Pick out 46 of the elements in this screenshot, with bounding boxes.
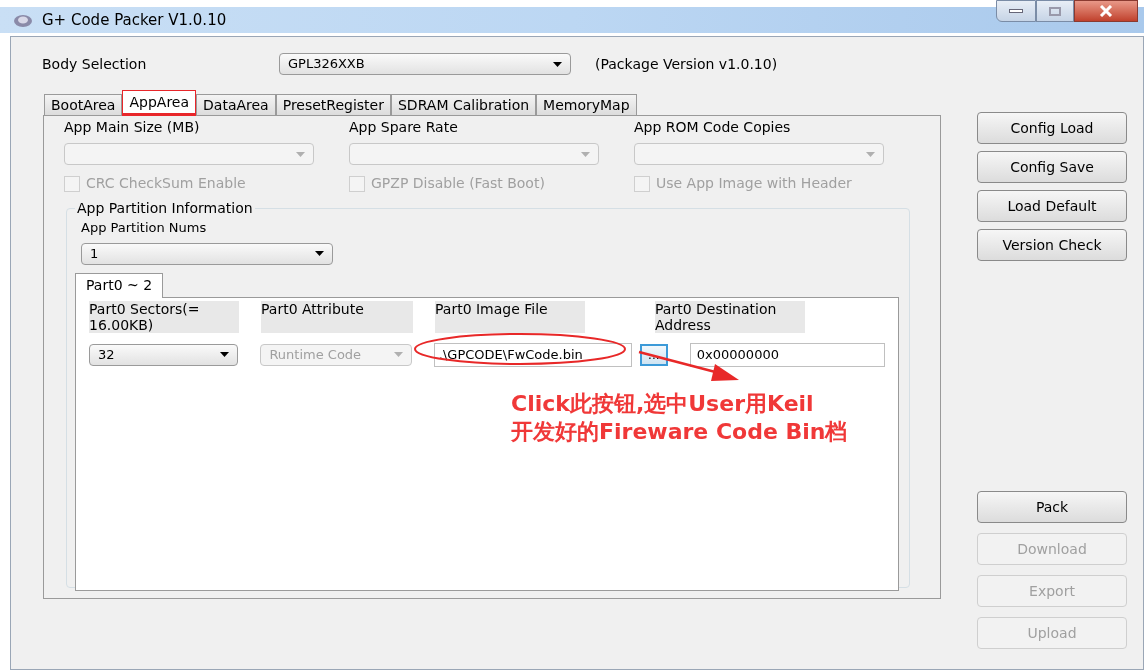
side-button[interactable]: Config Load bbox=[977, 112, 1127, 144]
checkbox-label: Use App Image with Header bbox=[656, 174, 852, 193]
field-label: App Spare Rate bbox=[349, 118, 459, 137]
tab[interactable]: Part0 ~ 2 bbox=[75, 272, 164, 298]
dropdown-caret-icon bbox=[553, 61, 562, 67]
close-icon bbox=[1099, 5, 1113, 17]
column-header: Part0 Image File bbox=[435, 300, 585, 333]
dropdown-caret-icon bbox=[393, 352, 403, 357]
dropdown-caret-icon bbox=[315, 251, 324, 256]
window-title: G+ Code Packer V1.0.10 bbox=[42, 9, 227, 31]
tab[interactable]: SDRAM Calibration bbox=[391, 94, 537, 115]
field-label: App ROM Code Copies bbox=[634, 118, 792, 137]
annotation-text: Click此按钮,选中User用Keil bbox=[511, 389, 814, 418]
side-button[interactable]: Load Default bbox=[977, 190, 1127, 222]
minimize-button[interactable] bbox=[996, 0, 1036, 22]
tab[interactable]: AppArea bbox=[122, 90, 197, 116]
annotation-text: 开发好的Fireware Code Bin档 bbox=[511, 417, 848, 446]
dropdown-caret-icon bbox=[581, 151, 590, 157]
close-button[interactable] bbox=[1074, 0, 1138, 22]
maximize-button[interactable] bbox=[1036, 0, 1074, 22]
field-label: App Main Size (MB) bbox=[64, 118, 201, 137]
column-header: Part0 Destination Address bbox=[655, 300, 805, 333]
tab[interactable]: DataArea bbox=[196, 94, 276, 115]
side-button[interactable]: Config Save bbox=[977, 151, 1127, 183]
body-selection-label: Body Selection bbox=[42, 54, 148, 74]
dropdown-caret-icon bbox=[866, 151, 875, 157]
field-label: App Partition Nums bbox=[81, 219, 208, 237]
side-button[interactable]: Version Check bbox=[977, 229, 1127, 261]
side-button[interactable]: Pack bbox=[977, 491, 1127, 523]
dropdown-caret-icon bbox=[220, 352, 230, 357]
tab[interactable]: PresetRegister bbox=[275, 94, 391, 115]
group-title: App Partition Information bbox=[75, 199, 255, 217]
body-selection-dropdown[interactable]: GPL326XXB bbox=[279, 53, 571, 75]
sectors-dropdown[interactable]: 32 bbox=[89, 343, 239, 366]
checkbox-label: GPZP Disable (Fast Boot) bbox=[371, 174, 545, 193]
app-icon bbox=[12, 12, 34, 28]
package-version: (Package Version v1.0.10) bbox=[595, 54, 778, 74]
destination-address-field[interactable]: 0x00000000 bbox=[689, 342, 885, 367]
column-header: Part0 Sectors(= 16.00KB) bbox=[89, 300, 239, 333]
tab[interactable]: MemoryMap bbox=[536, 94, 637, 115]
tab[interactable]: BootArea bbox=[44, 94, 123, 115]
column-header: Part0 Attribute bbox=[261, 300, 413, 333]
dropdown-caret-icon bbox=[296, 151, 305, 157]
partition-nums-dropdown[interactable]: 1 bbox=[81, 242, 333, 265]
image-file-field[interactable]: .\GPCODE\FwCode.bin bbox=[433, 342, 632, 367]
checkbox-label: CRC CheckSum Enable bbox=[86, 174, 246, 193]
